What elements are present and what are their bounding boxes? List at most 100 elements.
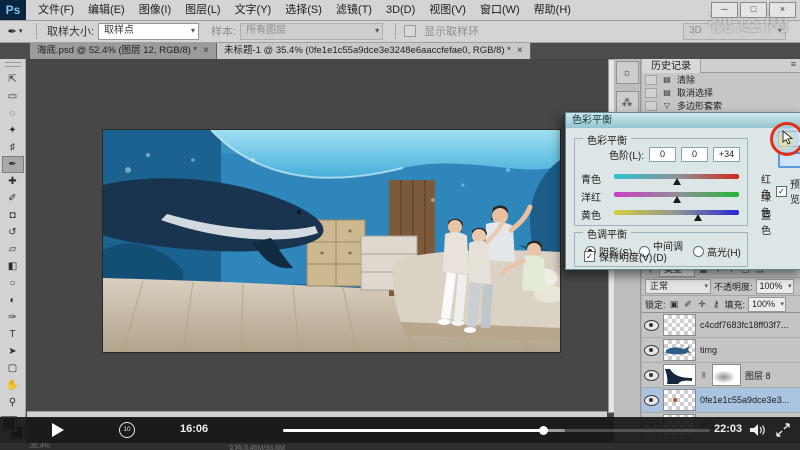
dialog-title-bar[interactable]: 色彩平衡 [566,113,800,128]
tab-haidi-psd[interactable]: 海底.psd @ 52.4% (图层 12, RGB/8) * × [30,42,217,59]
hand-tool[interactable]: ✋ [2,377,24,394]
tab-untitled-1[interactable]: 未标题-1 @ 35.4% (0fe1e1c55a9dce3e3248e6aac… [216,42,531,59]
close-button[interactable]: × [769,2,796,18]
tab-close-icon[interactable]: × [203,42,209,59]
type-tool[interactable]: T [2,326,24,343]
layer-row-selected[interactable]: 0fe1e1c55a9dce3e3... [642,388,800,413]
canvas-area[interactable] [27,59,607,417]
sample-size-dropdown[interactable]: 取样点 [98,22,200,40]
level-input-3[interactable]: +34 [713,147,740,162]
layer-visibility-icon[interactable] [644,344,659,356]
brush-tool[interactable]: ✐ [2,190,24,207]
brush-presets-panel-icon[interactable]: ⁂ [615,91,639,114]
volume-icon[interactable] [750,424,768,436]
history-source-checkbox[interactable] [645,74,657,85]
menu-type[interactable]: 文字(Y) [228,0,279,20]
history-brush-tool[interactable]: ↺ [2,224,24,241]
menu-layer[interactable]: 图层(L) [178,0,227,20]
menu-view[interactable]: 视图(V) [422,0,473,20]
play-button[interactable] [52,423,64,437]
layer-visibility-icon[interactable] [644,394,659,406]
shape-tool[interactable]: ▢ [2,360,24,377]
slider-thumb[interactable] [672,196,681,203]
marquee-tool[interactable]: ▭ [2,88,24,105]
eyedropper-preset-icon[interactable]: ✒ ▾ [0,25,30,38]
history-item[interactable]: ▤ 清除 [642,73,800,86]
tab-close-icon[interactable]: × [517,42,523,59]
progress-bar[interactable] [283,426,710,435]
panel-grip[interactable] [4,62,21,67]
menu-help[interactable]: 帮助(H) [527,0,578,20]
playhead-knob[interactable] [539,426,549,435]
history-item[interactable]: ▤ 取消选择 [642,86,800,99]
rewind-10-button[interactable]: 10 [119,422,135,438]
lasso-tool[interactable]: ◌ [2,105,24,122]
workspace-dropdown[interactable]: 3D [683,22,786,40]
checkbox-icon[interactable] [584,251,595,262]
healing-brush-tool[interactable]: ✚ [2,173,24,190]
slider-thumb[interactable] [693,214,702,221]
menu-window[interactable]: 窗口(W) [473,0,527,20]
lock-pixels-icon[interactable]: ✐ [683,299,694,310]
level-input-2[interactable]: 0 [681,147,708,162]
opacity-value[interactable]: 100% [755,279,794,294]
crop-tool[interactable]: ♯ [2,139,24,156]
layer-thumbnail[interactable] [663,364,696,386]
panel-menu-icon[interactable]: ≡ [791,59,796,69]
layer-row[interactable]: ∞ 图层 8 [642,363,800,388]
pen-tool[interactable]: ✑ [2,309,24,326]
move-tool[interactable]: ⇱ [2,71,24,88]
zoom-tool[interactable]: ⚲ [2,394,24,411]
layer-thumbnail[interactable] [663,389,696,411]
level-input-1[interactable]: 0 [649,147,676,162]
layer-thumbnail[interactable] [663,314,696,336]
maximize-button[interactable]: □ [740,2,767,18]
dodge-tool[interactable]: ◐ [2,292,24,309]
layer-mask-thumbnail[interactable] [712,364,741,386]
layer-thumbnail[interactable] [663,339,696,361]
slider-thumb[interactable] [672,178,681,185]
preview-option[interactable]: 预览 [776,176,800,206]
document-tab-bar: 海底.psd @ 52.4% (图层 12, RGB/8) * × 未标题-1 … [0,42,800,59]
fullscreen-icon[interactable] [776,423,790,437]
magenta-green-slider[interactable] [614,192,739,203]
lock-transparency-icon[interactable]: ▣ [669,299,680,310]
blend-mode-dropdown[interactable]: 正常 [645,279,711,294]
gradient-tool[interactable]: ◧ [2,258,24,275]
lock-all-icon[interactable]: ⚷ [711,299,722,310]
layers-panel: ⚲ 类型 ▦ ◑ T ▢ ❏ 正常 不透明度: 100% 锁定: ▣ ✐ [642,261,800,443]
menu-image[interactable]: 图像(I) [132,0,178,20]
radio-icon[interactable] [693,245,704,257]
fill-label: 填充: [724,299,746,310]
layer-visibility-icon[interactable] [644,369,659,381]
preserve-luminosity-option[interactable]: 保持明度(V) [584,249,652,264]
blur-tool[interactable]: ○ [2,275,24,292]
layer-row[interactable]: timg [642,338,800,363]
cyan-red-slider[interactable] [614,174,739,185]
cyan-red-slider-row: 青色 红色 [575,171,771,201]
menu-3d[interactable]: 3D(D) [379,0,422,20]
menu-edit[interactable]: 编辑(E) [81,0,132,20]
highlights-radio-option[interactable]: 高光(H) [693,244,747,259]
canvas-artwork[interactable] [103,129,564,353]
checkbox-icon[interactable] [776,185,787,197]
layer-row[interactable]: c4cdf7683fc18ff03f7... [642,313,800,338]
path-selection-tool[interactable]: ➤ [2,343,24,360]
quick-selection-tool[interactable]: ✦ [2,122,24,139]
lock-position-icon[interactable]: ✛ [697,299,708,310]
minimize-button[interactable]: ─ [711,2,738,18]
history-source-checkbox[interactable] [645,100,657,111]
adjustments-panel-icon[interactable]: ☼ [615,61,639,84]
layer-visibility-icon[interactable] [644,319,659,331]
layer-mask-link-icon[interactable]: ∞ [699,371,709,379]
clone-stamp-tool[interactable]: ◘ [2,207,24,224]
menu-filter[interactable]: 滤镜(T) [329,0,379,20]
history-source-checkbox[interactable] [645,87,657,98]
menu-file[interactable]: 文件(F) [31,0,81,20]
menu-select[interactable]: 选择(S) [278,0,329,20]
yellow-blue-slider[interactable] [614,210,739,221]
eyedropper-tool[interactable]: ✒ [1,156,24,173]
fill-value[interactable]: 100% [748,296,787,312]
history-item[interactable]: ▽ 多边形套索 [642,99,800,112]
eraser-tool[interactable]: ▱ [2,241,24,258]
